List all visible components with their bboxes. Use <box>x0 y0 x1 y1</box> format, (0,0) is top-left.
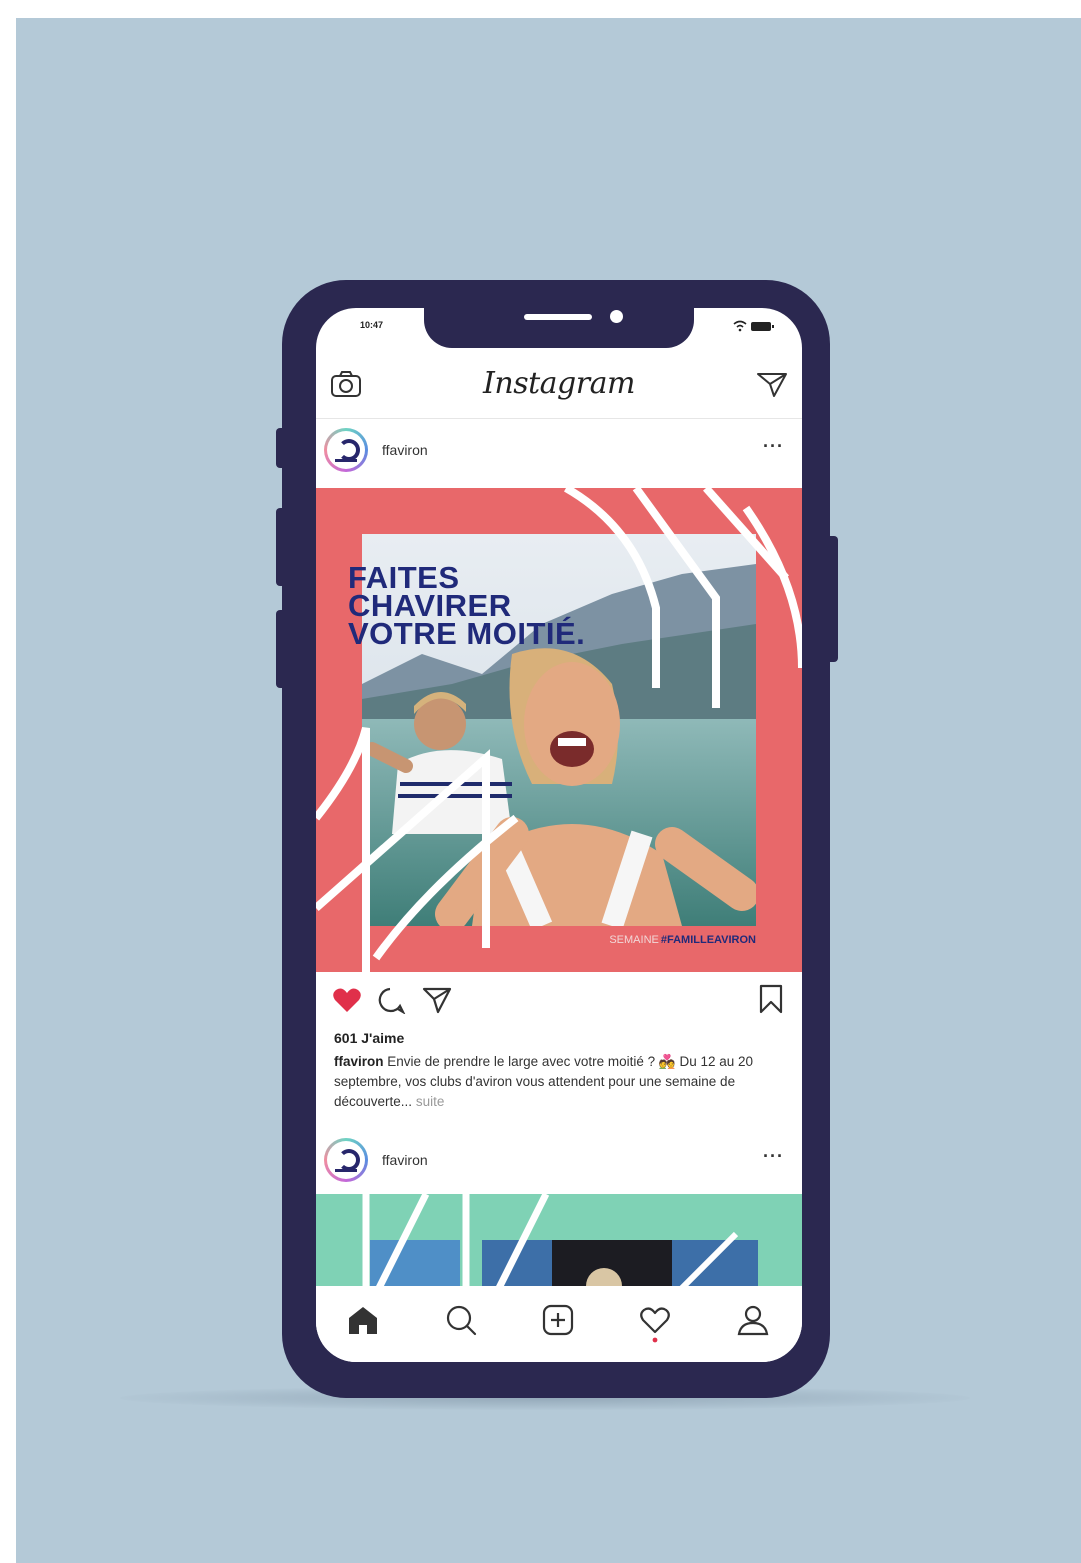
post-username[interactable]: ffaviron <box>382 1152 428 1168</box>
like-heart-icon[interactable] <box>332 986 362 1019</box>
more-options-icon[interactable]: ··· <box>763 436 784 457</box>
notch <box>424 308 694 348</box>
post-headline: FAITES CHAVIRER VOTRE MOITIÉ. <box>348 562 586 651</box>
profile-icon[interactable] <box>736 1304 770 1341</box>
share-icon[interactable] <box>422 986 452 1019</box>
post-image[interactable] <box>316 1194 802 1294</box>
avatar[interactable] <box>324 428 368 472</box>
phone-screen: 10:47 Instagram ffaviron ··· FAITES CHAV… <box>316 308 802 1362</box>
bottom-tab-bar <box>316 1286 802 1362</box>
add-post-icon[interactable] <box>541 1304 575 1341</box>
caption-text: Envie de prendre le large avec votre moi… <box>334 1054 754 1109</box>
activity-heart-icon[interactable] <box>638 1304 672 1349</box>
post-username[interactable]: ffaviron <box>382 442 428 458</box>
status-time: 10:47 <box>360 320 384 330</box>
more-options-icon[interactable]: ··· <box>763 1146 784 1167</box>
tag-prefix: SEMAINE <box>609 934 659 946</box>
headline-line: VOTRE MOITIÉ. <box>348 616 586 651</box>
likes-count[interactable]: 601 J'aime <box>334 1030 404 1046</box>
app-logo: Instagram <box>483 366 635 401</box>
post-actions <box>316 980 802 1020</box>
home-icon[interactable] <box>346 1304 380 1341</box>
app-header: Instagram <box>316 356 802 419</box>
tag-text: #FAMILLEAVIRON <box>660 934 756 946</box>
wifi-battery-icon <box>733 320 774 332</box>
post-caption: ffaviron Envie de prendre le large avec … <box>334 1052 786 1112</box>
front-camera <box>610 310 623 323</box>
direct-message-icon[interactable] <box>756 370 788 403</box>
hashtag-banner: SEMAINE #FAMILLEAVIRON <box>609 934 758 946</box>
status-icons <box>732 319 776 337</box>
post-header: ffaviron ··· <box>316 1132 802 1188</box>
bookmark-icon[interactable] <box>758 984 784 1019</box>
comment-icon[interactable] <box>376 986 406 1019</box>
caption-username[interactable]: ffaviron <box>334 1054 384 1069</box>
more-link[interactable]: suite <box>416 1094 445 1109</box>
search-icon[interactable] <box>444 1304 478 1341</box>
avatar[interactable] <box>324 1138 368 1182</box>
post-header: ffaviron ··· <box>316 422 802 478</box>
post-image[interactable]: FAITES CHAVIRER VOTRE MOITIÉ. SEMAINE #FA… <box>316 488 802 972</box>
speaker <box>524 314 592 320</box>
